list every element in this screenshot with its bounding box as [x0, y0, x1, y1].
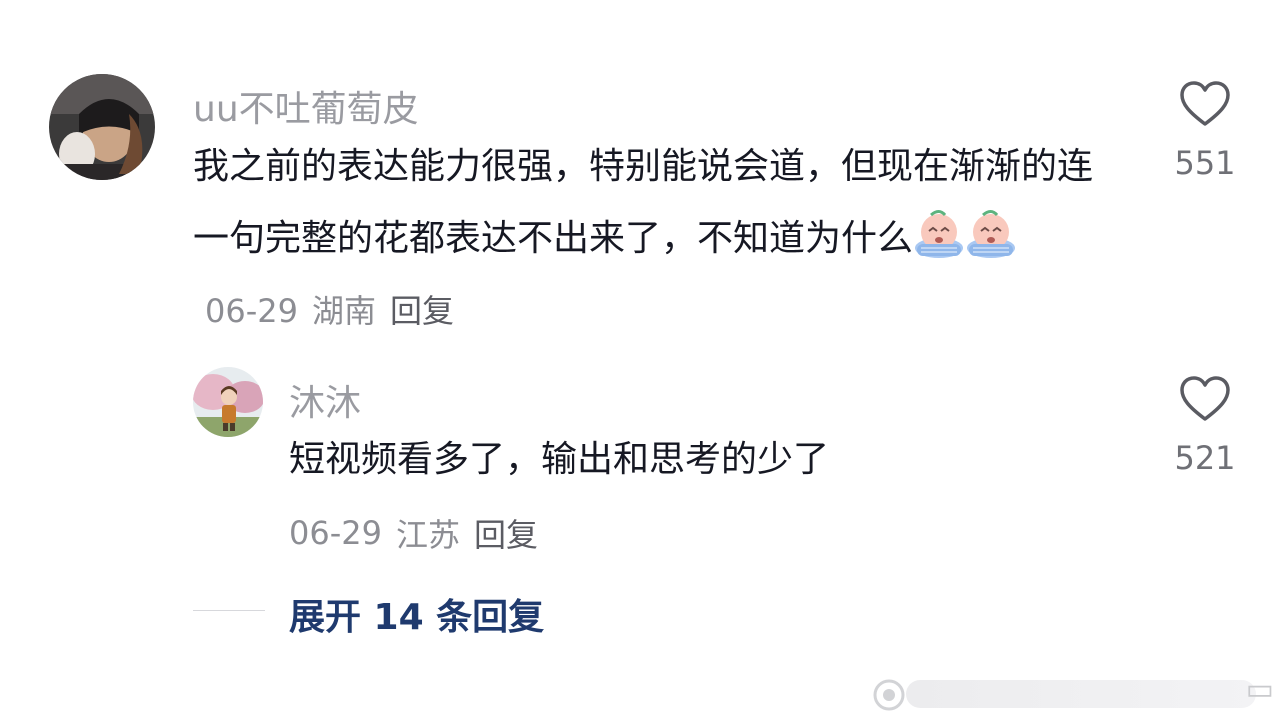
reply-button[interactable]: 回复	[474, 510, 538, 556]
like-count: 551	[1174, 144, 1236, 182]
like-count: 521	[1174, 439, 1236, 477]
comment-meta: 06-29 湖南 回复	[205, 275, 468, 347]
like-button[interactable]: 521	[1165, 375, 1245, 477]
avatar[interactable]	[49, 74, 155, 180]
reply-button[interactable]: 回复	[390, 275, 454, 347]
avatar[interactable]	[193, 367, 263, 437]
watermark-bar	[906, 680, 1256, 708]
crying-face-emoji-icon	[965, 208, 1017, 260]
comment-username[interactable]: 沐沐	[289, 374, 361, 426]
like-button[interactable]: 551	[1165, 80, 1245, 182]
comment-location: 江苏	[395, 516, 460, 554]
comment-date: 06-29	[289, 514, 382, 552]
comment-text: 短视频看多了，输出和思考的少了	[289, 439, 830, 480]
heart-outline-icon[interactable]	[1179, 375, 1231, 423]
crying-face-emoji-icon	[913, 208, 965, 260]
comment-meta: 06-29 江苏 回复	[289, 510, 552, 556]
watermark: ▭	[866, 668, 1284, 720]
watermark-glyph: ▭	[1245, 672, 1274, 707]
comment-text: 我之前的表达能力很强，特别能说会道，但现在渐渐的连一句完整的花都表达不出来了，不…	[193, 131, 1123, 347]
comment-username[interactable]: uu不吐葡萄皮	[193, 80, 419, 132]
avatar-illustration	[193, 367, 263, 437]
expand-divider	[193, 610, 265, 611]
heart-outline-icon[interactable]	[1179, 80, 1231, 128]
expand-replies-button[interactable]: 展开 14 条回复	[289, 588, 544, 640]
comment-location: 湖南	[311, 292, 376, 330]
comment-date: 06-29	[205, 292, 298, 330]
avatar-photo	[49, 74, 155, 180]
watermark-logo-icon	[873, 679, 905, 711]
